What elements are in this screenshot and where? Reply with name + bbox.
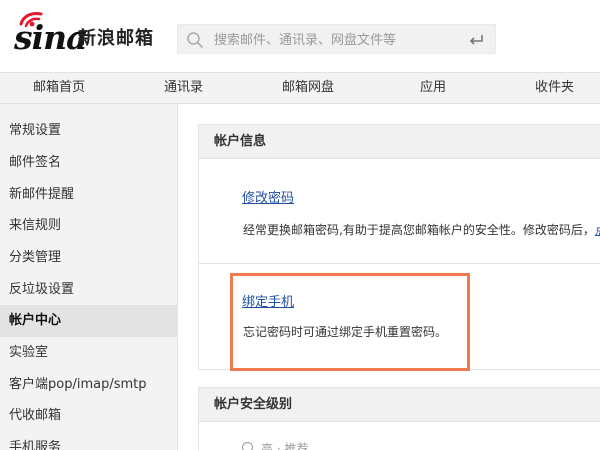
sidebar-item-rules[interactable]: 来信规则 [0,210,177,242]
sidebar-item-collect-mail[interactable]: 代收邮箱 [0,400,177,432]
sina-mail-logo[interactable]: sina 新浪邮箱 [8,12,173,58]
security-level-option-label[interactable]: 高 · 推荐 [261,440,308,450]
account-info-title: 帐户信息 [199,125,600,159]
main-content: 帐户信息 修改密码 经常更换邮箱密码,有助于提高您邮箱帐户的安全性。修改密码后，… [178,104,600,450]
sidebar-item-general[interactable]: 常规设置 [0,115,177,147]
change-password-description-text: 经常更换邮箱密码,有助于提高您邮箱帐户的安全性。修改密码后， [243,223,595,237]
search-input[interactable] [214,29,454,51]
security-level-title: 帐户安全级别 [199,388,600,422]
nav-cloud-drive[interactable]: 邮箱网盘 [282,73,334,103]
sidebar-item-signature[interactable]: 邮件签名 [0,147,177,179]
search-icon[interactable] [186,31,204,49]
change-password-description: 经常更换邮箱密码,有助于提高您邮箱帐户的安全性。修改密码后，点 [243,221,600,238]
sidebar-item-account-center[interactable]: 帐户中心 [0,305,177,337]
change-password-more-link[interactable]: 点 [595,223,600,237]
sidebar-item-mobile-service[interactable]: 手机服务 [0,432,177,450]
security-level-radio[interactable] [242,442,253,450]
sidebar-item-anti-spam[interactable]: 反垃圾设置 [0,274,177,306]
nav-mail-home[interactable]: 邮箱首页 [33,73,85,103]
logo-text: 新浪邮箱 [78,28,154,49]
sidebar-item-labs[interactable]: 实验室 [0,337,177,369]
settings-sidebar: 常规设置 邮件签名 新邮件提醒 来信规则 分类管理 反垃圾设置 帐户中心 实验室… [0,104,178,450]
search-box[interactable] [177,24,496,54]
nav-contacts[interactable]: 通讯录 [164,73,203,103]
enter-icon[interactable] [467,31,485,49]
sidebar-item-categories[interactable]: 分类管理 [0,242,177,274]
security-level-panel: 帐户安全级别 高 · 推荐 [198,387,600,450]
section-divider [199,263,600,264]
sidebar-item-new-mail-alert[interactable]: 新邮件提醒 [0,179,177,211]
sidebar-item-client-pop-imap-smtp[interactable]: 客户端pop/imap/smtp [0,369,177,401]
top-navbar: 邮箱首页 通讯录 邮箱网盘 应用 收件夹 [0,72,600,104]
change-password-link[interactable]: 修改密码 [242,187,294,206]
header: sina 新浪邮箱 [0,0,600,72]
nav-inbox-folder[interactable]: 收件夹 [535,73,574,103]
logo-wordmark: sina [14,18,87,57]
nav-apps[interactable]: 应用 [420,73,446,103]
bind-phone-highlight-box [230,273,470,371]
